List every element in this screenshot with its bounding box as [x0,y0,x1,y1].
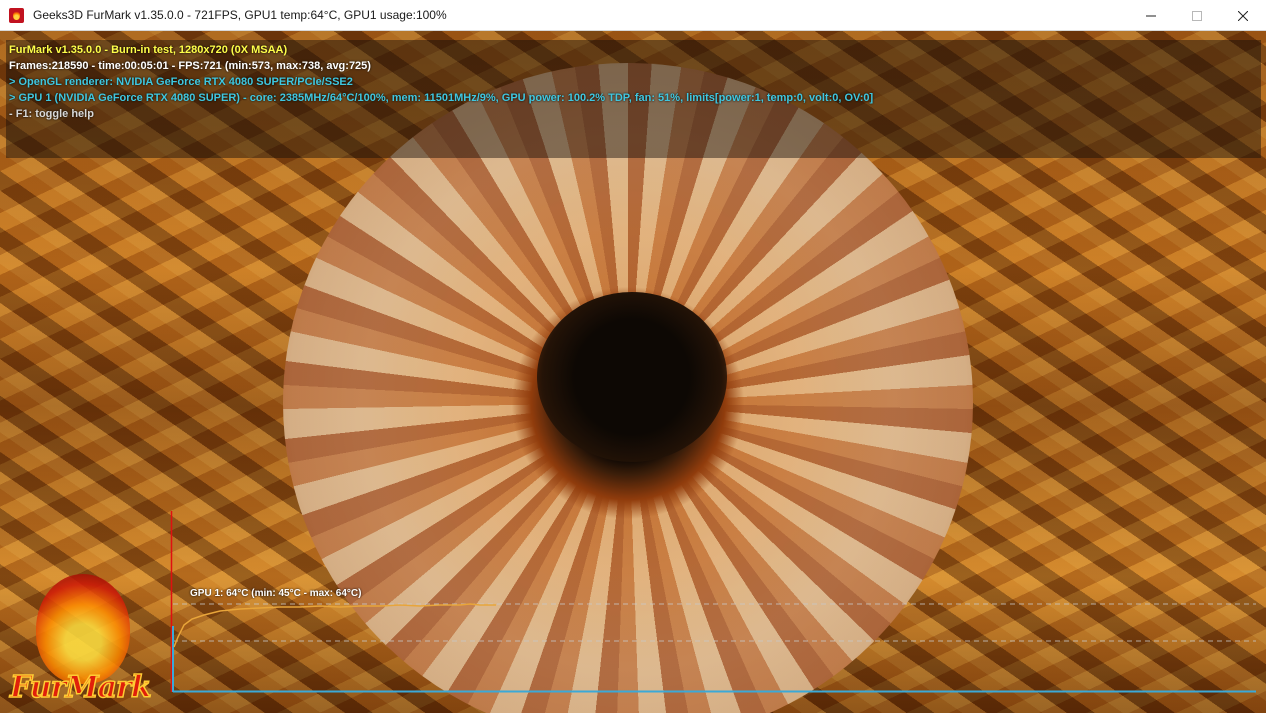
close-icon [1238,10,1248,21]
window-title: Geeks3D FurMark v1.35.0.0 - 721FPS, GPU1… [33,8,447,22]
osd-help-line: - F1: toggle help [9,108,94,120]
osd-gpu-line: > GPU 1 (NVIDIA GeForce RTX 4080 SUPER) … [9,92,874,104]
furmark-logo: FurMark [8,566,158,706]
gpu-temp-label: GPU 1: 64°C (min: 45°C - max: 64°C) [190,588,362,599]
minimize-button[interactable] [1128,0,1174,31]
maximize-button[interactable] [1174,0,1220,31]
furmark-flame-icon [36,574,130,684]
eye-pupil [537,292,727,462]
window-titlebar: Geeks3D FurMark v1.35.0.0 - 721FPS, GPU1… [0,0,1266,31]
close-button[interactable] [1220,0,1266,31]
furmark-logo-text: FurMark [9,669,152,706]
osd-panel: FurMark v1.35.0.0 - Burn-in test, 1280x7… [6,40,1261,158]
osd-renderer-line: > OpenGL renderer: NVIDIA GeForce RTX 40… [9,76,353,88]
gpu-temp-graph: GPU 1: 64°C (min: 45°C - max: 64°C) [170,511,1256,693]
osd-stats-line: Frames:218590 - time:00:05:01 - FPS:721 … [9,60,371,72]
render-viewport[interactable]: FurMark v1.35.0.0 - Burn-in test, 1280x7… [0,31,1266,713]
furmark-app-icon[interactable] [9,8,24,23]
minimize-icon [1146,15,1156,16]
gpu-temp-graph-canvas [170,511,1256,693]
osd-title-line: FurMark v1.35.0.0 - Burn-in test, 1280x7… [9,44,288,56]
maximize-icon [1192,10,1202,21]
